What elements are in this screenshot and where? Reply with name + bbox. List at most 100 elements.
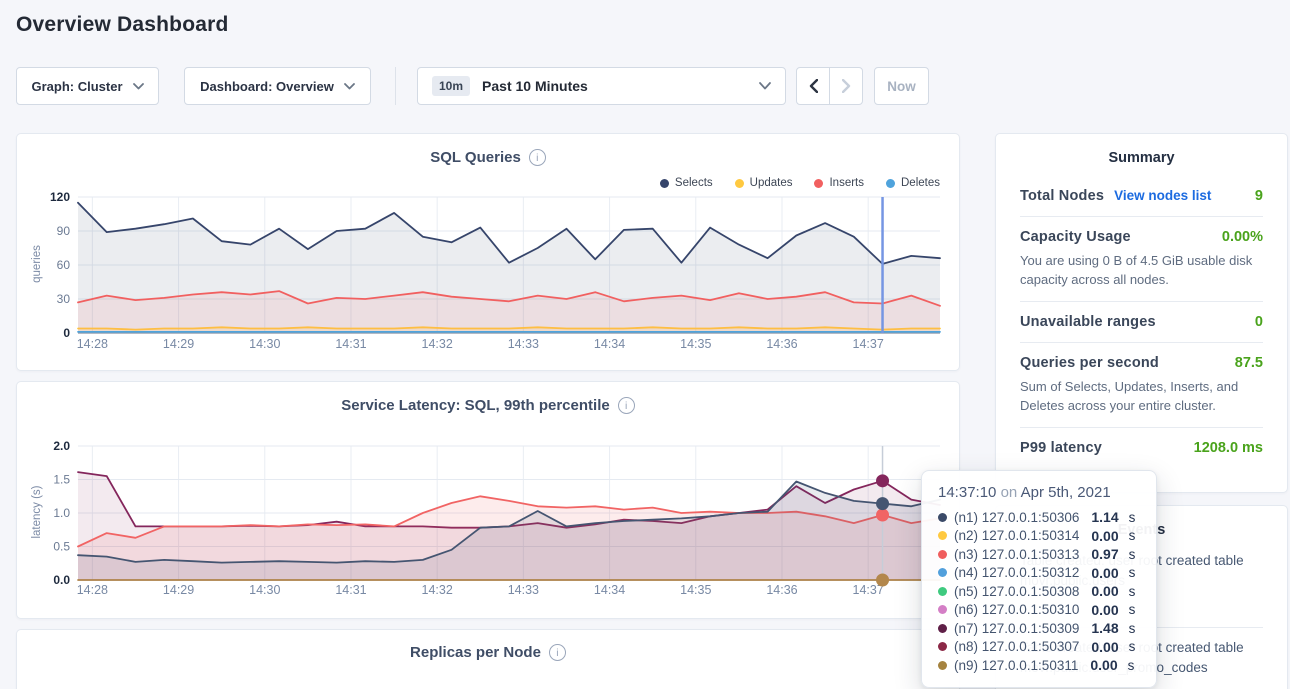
tooltip-node-row: (n8) 127.0.0.1:503070.00s [938,638,1140,657]
time-range-selector[interactable]: 10m Past 10 Minutes [417,67,786,105]
node-color-dot [938,513,947,522]
capacity-usage-value: 0.00% [1222,229,1263,245]
x-tick-label: 14:34 [594,583,625,597]
toolbar-divider [395,67,396,105]
x-tick-label: 14:36 [766,583,797,597]
x-tick-label: 14:35 [680,583,711,597]
tooltip-node-row: (n3) 127.0.0.1:503130.97s [938,545,1140,564]
x-tick-label: 14:28 [77,583,108,597]
legend-dot [886,179,895,188]
sql-queries-chart[interactable]: 14:28 14:29 14:30 14:31 14:32 14:33 14:34 14:35… [28,176,944,356]
hover-dot-n9-127-0-0-1-50311 [876,574,889,587]
x-tick-label: 14:34 [594,337,625,351]
x-tick-label: 14:36 [766,337,797,351]
node-color-dot [938,587,947,596]
x-tick-label: 14:37 [853,337,884,351]
tooltip-time: 14:37:10 [938,484,996,501]
y-tick-label: 1.5 [53,473,70,487]
time-nav-group [796,67,863,105]
info-icon[interactable]: i [549,644,566,661]
node-color-dot [938,568,947,577]
x-tick-label: 14:35 [680,337,711,351]
qps-value: 87.5 [1235,355,1263,371]
x-tick-label: 14:32 [422,337,453,351]
time-next-button[interactable] [829,67,863,105]
dashboard-selector-dropdown[interactable]: Dashboard: Overview [184,67,371,105]
hover-dot-n3-127-0-0-1-50313 [876,509,889,522]
y-tick-label: 90 [57,224,71,238]
time-range-label: Past 10 Minutes [482,78,588,94]
tooltip-node-row: (n6) 127.0.0.1:503100.00s [938,601,1140,620]
x-tick-label: 14:33 [508,583,539,597]
y-tick-label: 0.0 [53,573,70,587]
tooltip-preposition: on [1001,484,1018,501]
node-color-dot [938,605,947,614]
p99-latency-value: 1208.0 ms [1194,440,1263,456]
summary-row-total-nodes: Total Nodes View nodes list 9 [1020,176,1263,216]
tooltip-node-row: (n7) 127.0.0.1:503091.48s [938,619,1140,638]
tooltip-node-row: (n1) 127.0.0.1:503061.14s [938,508,1140,527]
y-tick-label: 0 [63,326,70,340]
time-range-badge: 10m [432,76,470,96]
service-latency-chart-title: Service Latency: SQL, 99th percentile [341,397,609,414]
y-tick-label: 0.5 [53,540,70,554]
now-button[interactable]: Now [874,67,929,105]
graph-selector-label: Graph: Cluster [31,79,122,94]
summary-row-unavailable-ranges: Unavailable ranges 0 [1020,301,1263,342]
x-tick-label: 14:29 [163,337,194,351]
x-tick-label: 14:30 [249,337,280,351]
sql-queries-chart-title: SQL Queries [430,149,521,166]
hover-dot-n7-127-0-0-1-50309 [876,474,889,487]
tooltip-timestamp: 14:37:10 on Apr 5th, 2021 [938,484,1140,501]
page-title: Overview Dashboard [16,13,229,37]
y-tick-label: 2.0 [53,439,70,453]
capacity-usage-label: Capacity Usage [1020,229,1131,245]
qps-description: Sum of Selects, Updates, Inserts, and De… [1020,377,1263,415]
hover-dot-n1-127-0-0-1-50306 [876,497,889,510]
chevron-right-icon [842,79,851,93]
sql-queries-legend: SelectsUpdatesInsertsDeletes [500,177,940,189]
chevron-down-icon [759,82,771,90]
legend-item-inserts: Inserts [814,177,864,189]
tooltip-rows: (n1) 127.0.0.1:503061.14s(n2) 127.0.0.1:… [938,508,1140,675]
summary-panel: Summary Total Nodes View nodes list 9 Ca… [995,133,1288,493]
time-prev-button[interactable] [796,67,830,105]
node-color-dot [938,531,947,540]
legend-dot [735,179,744,188]
summary-row-p99: P99 latency 1208.0 ms [1020,427,1263,468]
tooltip-node-row: (n5) 127.0.0.1:503080.00s [938,582,1140,601]
node-color-dot [938,661,947,670]
y-tick-label: 1.0 [53,506,70,520]
dashboard-selector-label: Dashboard: Overview [200,79,334,94]
unavailable-ranges-value: 0 [1255,314,1263,330]
info-icon[interactable]: i [618,397,635,414]
graph-selector-dropdown[interactable]: Graph: Cluster [16,67,159,105]
capacity-usage-description: You are using 0 B of 4.5 GiB usable disk… [1020,251,1263,289]
x-tick-label: 14:31 [335,337,366,351]
chart-hover-tooltip: 14:37:10 on Apr 5th, 2021 (n1) 127.0.0.1… [921,470,1157,688]
tooltip-date: Apr 5th, 2021 [1021,484,1111,501]
node-color-dot [938,642,947,651]
tooltip-node-row: (n9) 127.0.0.1:503110.00s [938,656,1140,675]
node-color-dot [938,624,947,633]
summary-row-capacity: Capacity Usage 0.00% You are using 0 B o… [1020,216,1263,301]
unavailable-ranges-label: Unavailable ranges [1020,314,1156,330]
x-tick-label: 14:30 [249,583,280,597]
legend-dot [814,179,823,188]
qps-label: Queries per second [1020,355,1159,371]
info-icon[interactable]: i [529,149,546,166]
x-tick-label: 14:31 [335,583,366,597]
x-tick-label: 14:33 [508,337,539,351]
p99-latency-label: P99 latency [1020,440,1102,456]
x-tick-label: 14:28 [77,337,108,351]
y-tick-label: 60 [57,258,71,272]
service-latency-chart[interactable]: 14:2814:2914:3014:3114:3214:3314:3414:35… [28,424,944,610]
chevron-left-icon [809,79,818,93]
view-nodes-list-link[interactable]: View nodes list [1114,188,1211,203]
y-tick-label: 30 [57,292,71,306]
legend-dot [660,179,669,188]
tooltip-node-row: (n2) 127.0.0.1:503140.00s [938,527,1140,546]
total-nodes-label: Total Nodes [1020,188,1104,204]
chevron-down-icon [344,83,355,90]
overview-dashboard-page: Overview Dashboard Graph: Cluster Dashbo… [0,0,1290,689]
